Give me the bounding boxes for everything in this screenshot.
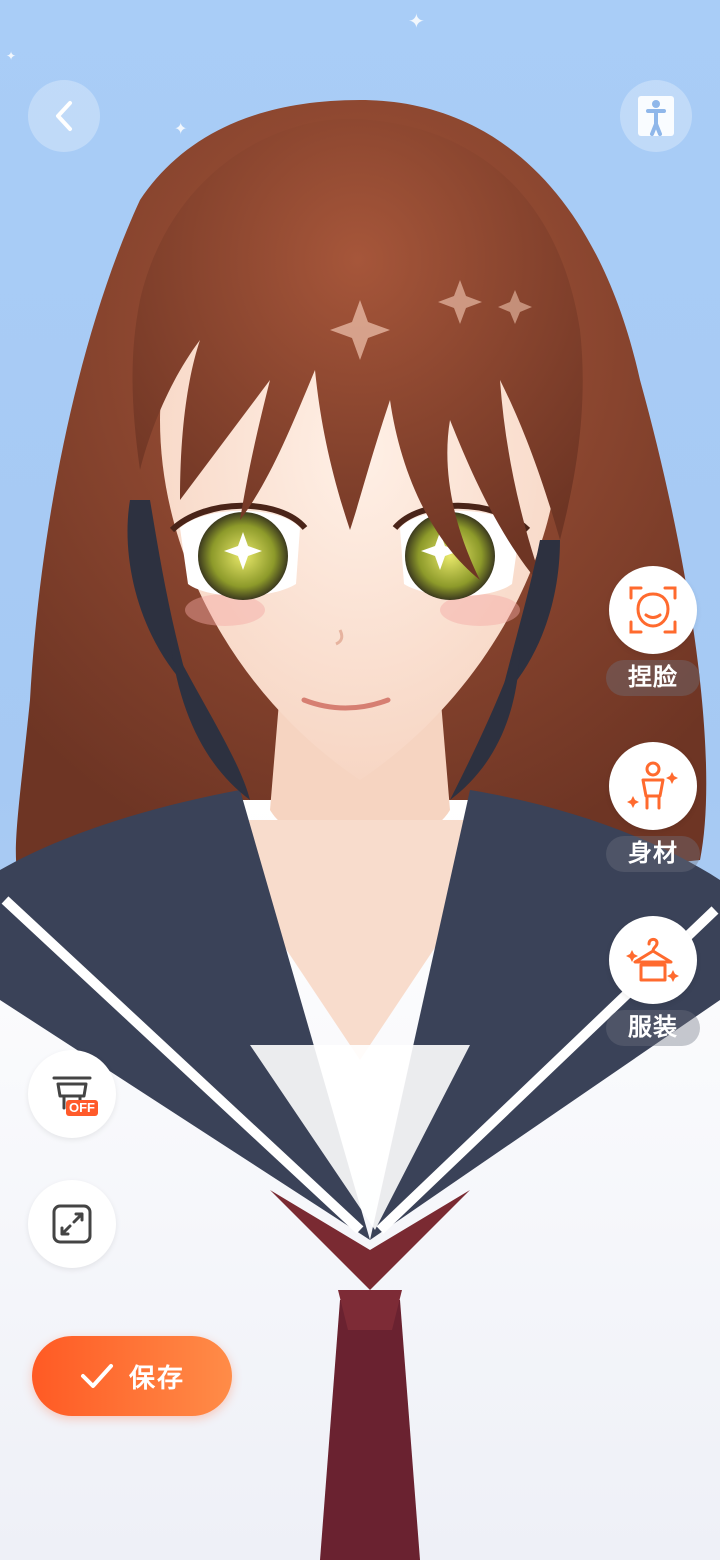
side-menu-body[interactable]: 身材 xyxy=(606,742,700,872)
side-menu-label: 捏脸 xyxy=(606,660,700,696)
save-button-label: 保存 xyxy=(128,1362,185,1393)
body-edit-button[interactable] xyxy=(609,742,697,830)
side-menu-label: 身材 xyxy=(606,836,700,872)
back-button[interactable] xyxy=(28,80,100,152)
expand-icon xyxy=(52,1204,92,1244)
full-body-view-icon xyxy=(638,96,674,136)
avatar-stage[interactable]: ✦ ✦ ✦ ✦ xyxy=(0,0,720,1560)
full-body-view-button[interactable] xyxy=(620,80,692,152)
save-button[interactable]: 保存 xyxy=(32,1336,232,1416)
side-menu-clothes[interactable]: 服装 xyxy=(606,916,700,1046)
background-toggle-button[interactable]: OFF xyxy=(28,1050,116,1138)
face-edit-button[interactable] xyxy=(609,566,697,654)
clothes-hanger-icon xyxy=(626,937,679,982)
body-figure-icon xyxy=(627,761,678,810)
face-scan-icon xyxy=(629,586,677,634)
clothes-edit-button[interactable] xyxy=(609,916,697,1004)
checkmark-icon xyxy=(80,1364,113,1388)
off-badge: OFF xyxy=(66,1100,98,1116)
side-menu-face[interactable]: 捏脸 xyxy=(606,566,700,696)
side-menu-label: 服装 xyxy=(606,1010,700,1046)
fullscreen-button[interactable] xyxy=(28,1180,116,1268)
chevron-left-icon xyxy=(56,101,72,131)
